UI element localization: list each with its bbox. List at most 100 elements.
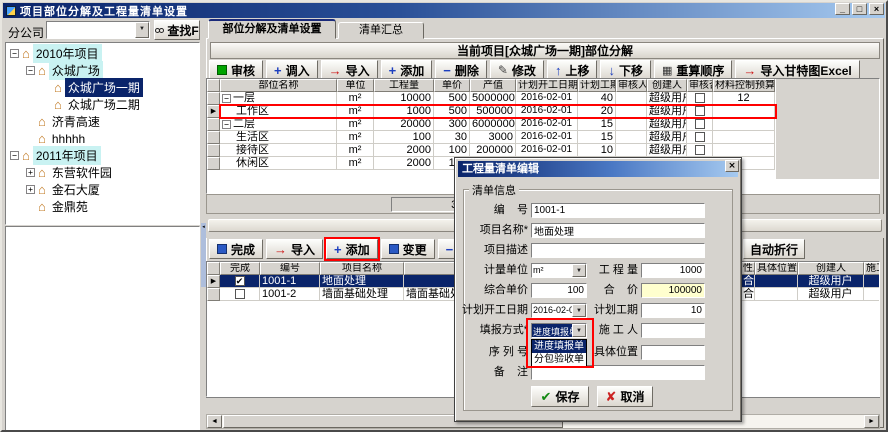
checkbox-unchecked[interactable]: [695, 132, 705, 142]
project-name-field[interactable]: [531, 223, 705, 238]
cancel-button[interactable]: ✘ 取消: [597, 386, 653, 407]
minimize-button[interactable]: _: [835, 3, 850, 15]
change-button[interactable]: 变更: [381, 239, 435, 259]
dropdown-option[interactable]: 分包验收单: [532, 353, 586, 366]
import-button[interactable]: →导入: [321, 60, 378, 80]
cell-duration: 40: [578, 92, 616, 105]
table-row[interactable]: −一层m²1000050050000002016-02-0140超级用户12: [207, 92, 879, 105]
dropdown-option[interactable]: 进度填报单: [532, 340, 586, 353]
collapse-icon[interactable]: −: [222, 120, 231, 129]
tree-item[interactable]: ⌂济青高速: [6, 113, 199, 130]
collapse-icon[interactable]: −: [26, 66, 35, 75]
tree-item[interactable]: −⌂众城广场: [6, 62, 199, 79]
unit-price-field[interactable]: [531, 283, 587, 298]
tab-parts-and-list-setup[interactable]: 部位分解及清单设置: [208, 19, 336, 39]
cell-duration: 20: [578, 105, 616, 118]
move-up-button[interactable]: ↑上移: [547, 60, 598, 80]
import-button[interactable]: →导入: [266, 239, 323, 259]
cell-unit: m²: [337, 144, 374, 157]
finish-button[interactable]: 完成: [209, 239, 263, 259]
save-button[interactable]: ✔ 保存: [531, 386, 589, 407]
cell-start: 2016-02-01: [516, 105, 578, 118]
code-field[interactable]: [531, 203, 705, 218]
dialog-close-icon[interactable]: ×: [725, 160, 739, 172]
chevron-down-icon[interactable]: ▼: [572, 304, 586, 317]
checkbox-unchecked[interactable]: [235, 289, 245, 299]
dialog-title-bar[interactable]: 工程量清单编辑: [458, 161, 738, 177]
binoculars-icon: [159, 28, 164, 33]
tree-item[interactable]: ⌂众城广场二期: [6, 96, 199, 113]
chevron-down-icon[interactable]: ▼: [572, 264, 586, 277]
project-icon: ⌂: [38, 132, 46, 145]
checkbox-unchecked[interactable]: [695, 93, 705, 103]
cell-price: 30: [434, 131, 470, 144]
quantity-field[interactable]: [641, 263, 705, 278]
maximize-button[interactable]: □: [852, 3, 867, 15]
table-row[interactable]: −二层m²2000030060000002016-02-0115超级用户: [207, 118, 879, 131]
tree-item-label: 金鼎苑: [49, 197, 91, 216]
tree-item[interactable]: +⌂东营软件园: [6, 164, 199, 181]
move-down-button[interactable]: ↓下移: [600, 60, 651, 80]
expand-icon[interactable]: +: [26, 185, 35, 194]
duration-field[interactable]: [641, 303, 705, 318]
move-up-button-label: 上移: [565, 62, 589, 79]
tree-item[interactable]: −⌂2010年项目: [6, 45, 199, 62]
column-header: 计划开工日期: [516, 79, 578, 92]
import-gantt-excel-button[interactable]: →导入甘特图Excel: [735, 60, 859, 80]
autowrap-button[interactable]: 自动折行: [743, 239, 805, 259]
location-field[interactable]: [641, 345, 705, 360]
find-button[interactable]: 查找F: [154, 20, 200, 40]
cell-name: −一层: [220, 92, 337, 105]
row-indicator: ▶: [207, 105, 220, 118]
collapse-icon[interactable]: −: [10, 49, 19, 58]
tree-item[interactable]: ⌂众城广场一期: [6, 79, 199, 96]
delete-button[interactable]: −删除: [435, 60, 487, 80]
quantity-label: 工 程 量: [593, 263, 638, 278]
modify-button[interactable]: ✎修改: [490, 60, 544, 80]
close-button[interactable]: ×: [869, 3, 884, 15]
worker-field[interactable]: [641, 323, 705, 338]
recalc-order-button[interactable]: ▦重算顺序: [654, 60, 732, 80]
cell-code: 1001-2: [260, 288, 320, 301]
tree-item[interactable]: +⌂金石大厦: [6, 181, 199, 198]
table-row[interactable]: ▶工作区m²10005005000002016-02-0120超级用户: [207, 105, 879, 118]
expand-icon[interactable]: +: [26, 168, 35, 177]
collapse-icon[interactable]: −: [222, 94, 231, 103]
add-button[interactable]: +添加: [381, 60, 433, 80]
total-price-field[interactable]: [641, 283, 705, 298]
tab-list-summary[interactable]: 清单汇总: [338, 22, 424, 39]
worker-label: 施 工 人: [593, 323, 638, 338]
chevron-down-icon[interactable]: ▼: [572, 324, 586, 337]
checkbox-unchecked[interactable]: [695, 145, 705, 155]
cell-duration: 15: [578, 118, 616, 131]
column-header: 创建人: [798, 262, 864, 275]
column-header: 项目名称: [320, 262, 404, 275]
blue-square-icon: [217, 244, 227, 254]
unit-combobox[interactable]: m² ▼: [531, 263, 587, 278]
project-desc-field[interactable]: [531, 243, 705, 258]
company-combobox[interactable]: ▼: [46, 21, 150, 39]
tree-item[interactable]: ⌂金鼎苑: [6, 198, 199, 215]
checkbox-checked[interactable]: ✔: [235, 276, 245, 286]
cell-text: 接待区: [236, 144, 269, 156]
scroll-left-icon[interactable]: ◄: [207, 415, 222, 428]
scroll-right-icon[interactable]: ►: [864, 415, 879, 428]
table-row[interactable]: 接待区m²20001002000002016-02-0110超级用户: [207, 144, 879, 157]
tree-item[interactable]: ⌂hhhhh: [6, 130, 199, 147]
add-button[interactable]: +添加: [326, 239, 378, 259]
audit-button[interactable]: 审核: [209, 60, 263, 80]
tree-item[interactable]: −⌂2011年项目: [6, 147, 199, 164]
start-date-combobox[interactable]: 2016-02-01 ▼: [531, 303, 587, 318]
remark-field[interactable]: [531, 365, 705, 380]
transfer-in-button[interactable]: +调入: [266, 60, 318, 80]
chevron-down-icon[interactable]: ▼: [135, 22, 149, 38]
table-row[interactable]: 生活区m²1003030002016-02-0115超级用户: [207, 131, 879, 144]
cell-material_budget: [713, 144, 775, 157]
checkbox-unchecked[interactable]: [695, 106, 705, 116]
report-method-combobox[interactable]: 进度填报单 ▼: [531, 323, 587, 338]
collapse-icon[interactable]: −: [10, 151, 19, 160]
cell-material_budget: [713, 131, 775, 144]
row-indicator: [207, 144, 220, 157]
checkbox-unchecked[interactable]: [695, 119, 705, 129]
cell-duration: 10: [578, 144, 616, 157]
